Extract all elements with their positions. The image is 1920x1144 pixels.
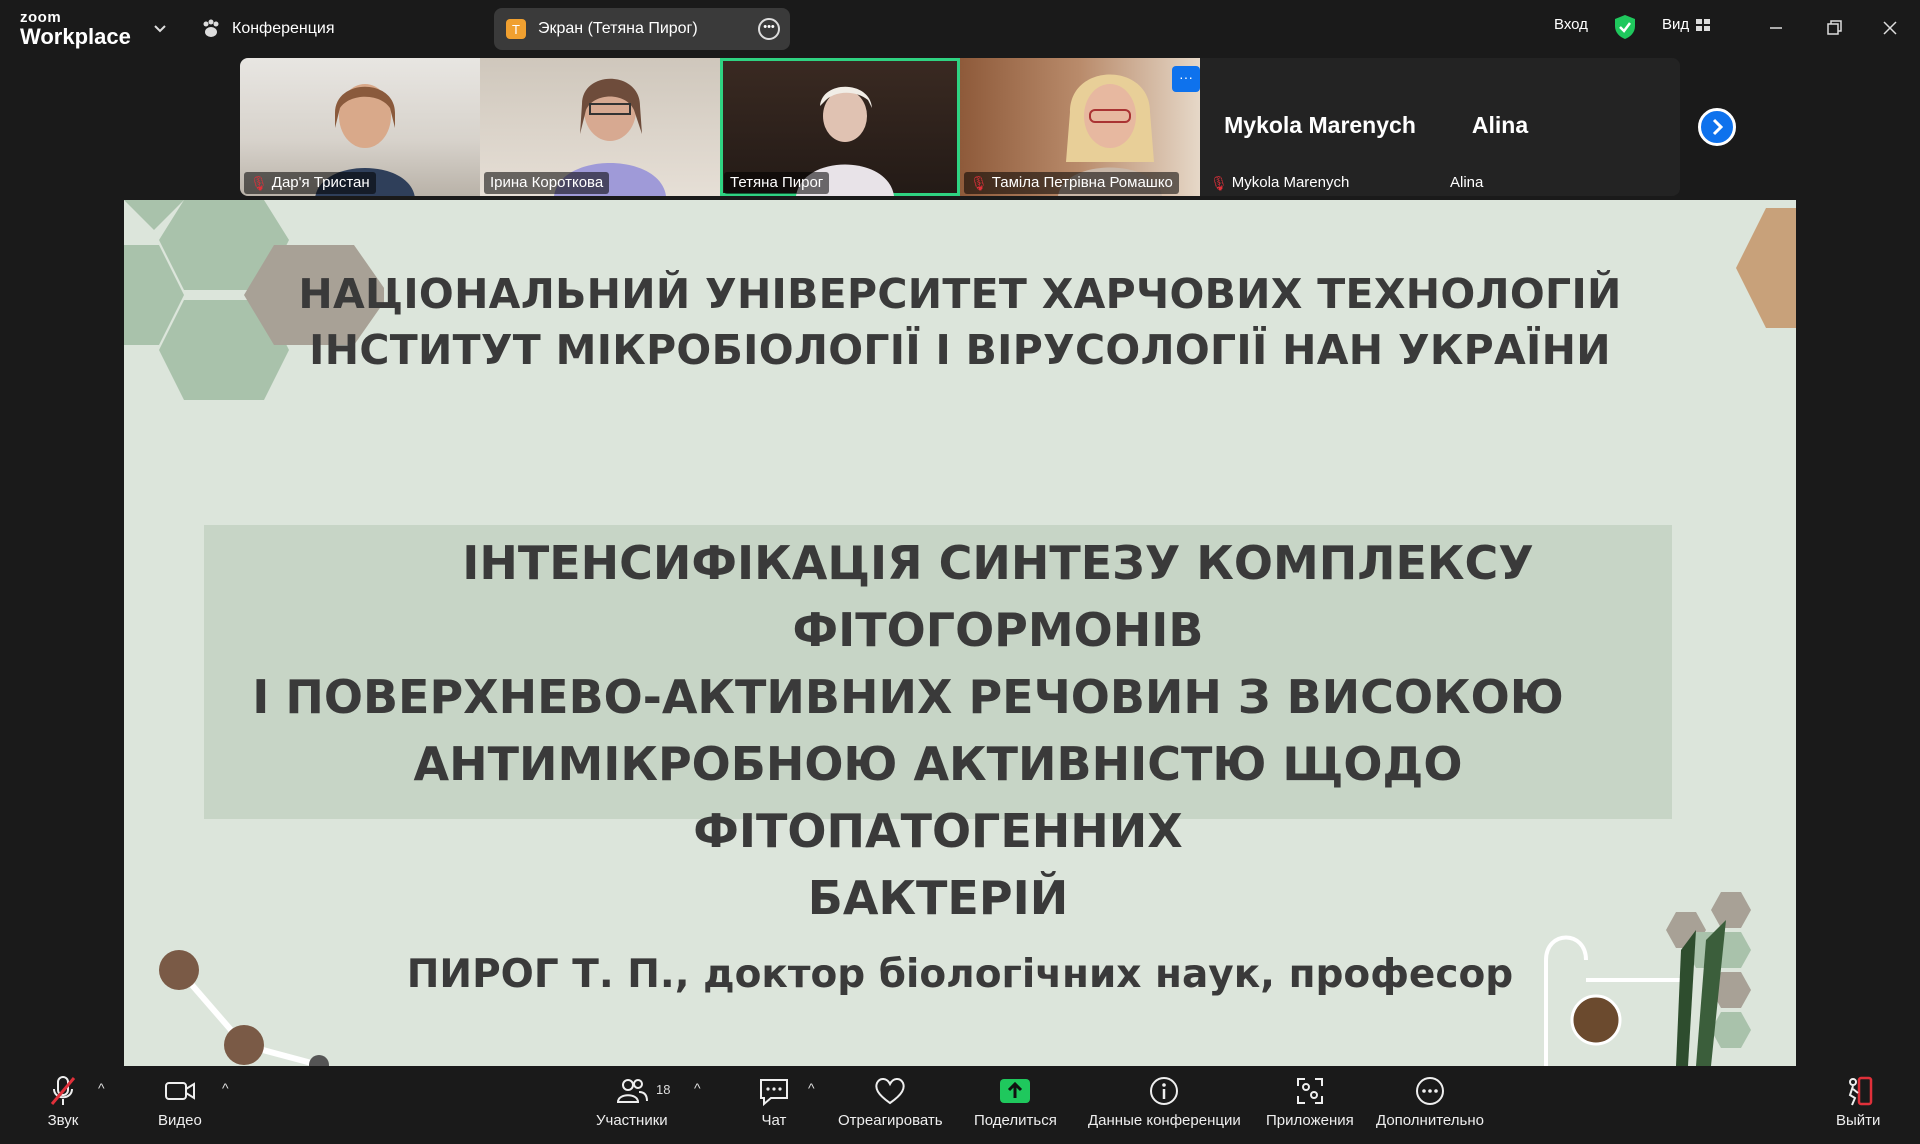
audio-button[interactable]: Звук: [46, 1074, 80, 1129]
camera-icon: [164, 1082, 195, 1100]
more-label: Дополнительно: [1376, 1112, 1484, 1129]
signin-button[interactable]: Вход: [1554, 16, 1588, 33]
leave-label: Выйти: [1836, 1112, 1881, 1129]
topic-line: АНТИМІКРОБНОЮ АКТИВНІСТЮ ЩОДО ФІТОПАТОГЕ…: [413, 737, 1463, 858]
shared-screen-slide: НАЦІОНАЛЬНИЙ УНІВЕРСИТЕТ ХАРЧОВИХ ТЕХНОЛ…: [124, 200, 1796, 1066]
participant-name: 🎙 Таміла Петрівна Ромашко: [964, 172, 1179, 194]
video-strip: 🎙 Дар'я Тристан Ірина Короткова Тетяна Пи…: [240, 58, 1680, 196]
next-page-icon[interactable]: [1698, 108, 1736, 146]
title-bar: zoom Workplace Конференция T Экран (Тетя…: [0, 0, 1920, 56]
meeting-menu[interactable]: Конференция: [200, 16, 335, 42]
mic-muted-icon: 🎙: [1210, 175, 1228, 191]
participant-name: 🎙 Mykola Marenych: [1204, 172, 1355, 194]
apps-button[interactable]: Приложения: [1266, 1074, 1354, 1129]
meeting-toolbar: Звук ^ Видео ^ Участники 18 ^ Чат ^ Отре…: [0, 1066, 1920, 1144]
screen-share-indicator[interactable]: T Экран (Тетяна Пирог) •••: [494, 8, 790, 50]
chat-icon: [760, 1079, 788, 1107]
leave-icon: [1849, 1076, 1873, 1106]
tile-more-options-button[interactable]: ···: [1172, 66, 1200, 92]
heart-icon: [875, 1078, 905, 1105]
participant-name-label: Alina: [1450, 174, 1484, 191]
participants-options-caret[interactable]: ^: [694, 1080, 701, 1096]
view-button[interactable]: Вид: [1662, 16, 1711, 33]
audio-label: Звук: [47, 1112, 79, 1129]
university-title: НАЦІОНАЛЬНИЙ УНІВЕРСИТЕТ ХАРЧОВИХ ТЕХНОЛ…: [124, 266, 1796, 378]
participant-name-label: Ірина Короткова: [490, 174, 604, 191]
zoom-logo: zoom Workplace: [20, 10, 131, 48]
participant-name: Alina: [1444, 172, 1489, 194]
participant-name: 🎙 Дар'я Тристан: [244, 172, 376, 194]
video-tile[interactable]: Mykola Marenych 🎙 Mykola Marenych: [1200, 58, 1440, 196]
logo-big-text: Workplace: [20, 24, 131, 49]
view-label: Вид: [1662, 16, 1690, 33]
meeting-info-button[interactable]: Данные конференции: [1088, 1074, 1241, 1129]
participants-icon: [616, 1079, 648, 1103]
restore-icon[interactable]: [1820, 14, 1848, 42]
meeting-info-label: Данные конференции: [1088, 1112, 1241, 1129]
shield-icon[interactable]: [1614, 14, 1636, 40]
participants-count: 18: [656, 1082, 671, 1097]
video-tile[interactable]: 🎙 Дар'я Тристан: [240, 58, 480, 196]
meeting-label: Конференция: [232, 20, 335, 37]
close-icon[interactable]: [1876, 14, 1904, 42]
audio-options-caret[interactable]: ^: [98, 1080, 105, 1096]
video-label: Видео: [158, 1112, 202, 1129]
paw-icon: [203, 19, 219, 37]
leave-button[interactable]: Выйти: [1836, 1074, 1880, 1129]
info-icon: [1150, 1077, 1179, 1105]
video-tile[interactable]: 🎙 Таміла Петрівна Ромашко: [960, 58, 1200, 196]
participant-name-label: Таміла Петрівна Ромашко: [991, 174, 1173, 191]
participant-name-label: Дар'я Тристан: [271, 174, 370, 191]
mic-muted-icon: 🎙: [970, 175, 988, 191]
more-icon: [1415, 1077, 1444, 1105]
chat-options-caret[interactable]: ^: [808, 1080, 815, 1096]
minimize-icon[interactable]: [1762, 14, 1790, 42]
video-tile-active-speaker[interactable]: Тетяна Пирог: [720, 58, 960, 196]
apps-label: Приложения: [1266, 1112, 1354, 1129]
apps-icon: [1296, 1078, 1323, 1104]
lab-flask-decoration: [1544, 892, 1751, 1066]
participant-display-name: Alina: [1471, 112, 1529, 138]
topic-line: ІНТЕНСИФІКАЦІЯ СИНТЕЗУ КОМПЛЕКСУ ФІТОГОР…: [462, 536, 1534, 657]
molecule-decoration: [159, 950, 329, 1066]
chat-label: Чат: [761, 1112, 787, 1129]
share-button[interactable]: Поделиться: [974, 1074, 1057, 1129]
video-button[interactable]: Видео: [158, 1074, 202, 1129]
more-button[interactable]: Дополнительно: [1376, 1074, 1484, 1129]
grid-icon: [1696, 18, 1711, 31]
topic-line: І ПОВЕРХНЕВО-АКТИВНИХ РЕЧОВИН З ВИСОКОЮ: [252, 670, 1564, 724]
chevron-down-icon[interactable]: [150, 18, 170, 38]
chat-button[interactable]: Чат: [757, 1074, 791, 1129]
participant-display-name: Mykola Marenych: [1224, 112, 1416, 138]
participant-name: Тетяна Пирог: [724, 172, 830, 194]
participant-name: Ірина Короткова: [484, 172, 610, 194]
mic-muted-icon: [50, 1076, 76, 1105]
participant-name-label: Mykola Marenych: [1231, 174, 1350, 191]
univ-line: НАЦІОНАЛЬНИЙ УНІВЕРСИТЕТ ХАРЧОВИХ ТЕХНОЛ…: [298, 270, 1622, 318]
logo-small-text: zoom: [20, 9, 62, 26]
zoom-window: zoom Workplace Конференция T Экран (Тетя…: [0, 0, 1920, 1144]
video-options-caret[interactable]: ^: [222, 1080, 229, 1096]
more-options-icon[interactable]: •••: [758, 18, 780, 40]
presentation-topic: ІНТЕНСИФІКАЦІЯ СИНТЕЗУ КОМПЛЕКСУ ФІТОГОР…: [204, 530, 1672, 932]
sharer-avatar: T: [506, 19, 526, 39]
mic-muted-icon: 🎙: [250, 175, 268, 191]
univ-line: ІНСТИТУТ МІКРОБІОЛОГІЇ І ВІРУСОЛОГІЇ НАН…: [309, 326, 1611, 374]
participant-name-label: Тетяна Пирог: [730, 174, 824, 191]
video-tile[interactable]: Ірина Короткова: [480, 58, 720, 196]
screen-share-label: Экран (Тетяна Пирог): [538, 20, 698, 37]
share-label: Поделиться: [974, 1112, 1057, 1129]
topic-line: БАКТЕРІЙ: [807, 871, 1069, 925]
share-screen-icon: [1000, 1079, 1031, 1103]
react-button[interactable]: Отреагировать: [838, 1074, 943, 1129]
participants-label: Участники: [596, 1112, 668, 1129]
react-label: Отреагировать: [838, 1112, 943, 1129]
video-tile[interactable]: Alina Alina: [1440, 58, 1680, 196]
